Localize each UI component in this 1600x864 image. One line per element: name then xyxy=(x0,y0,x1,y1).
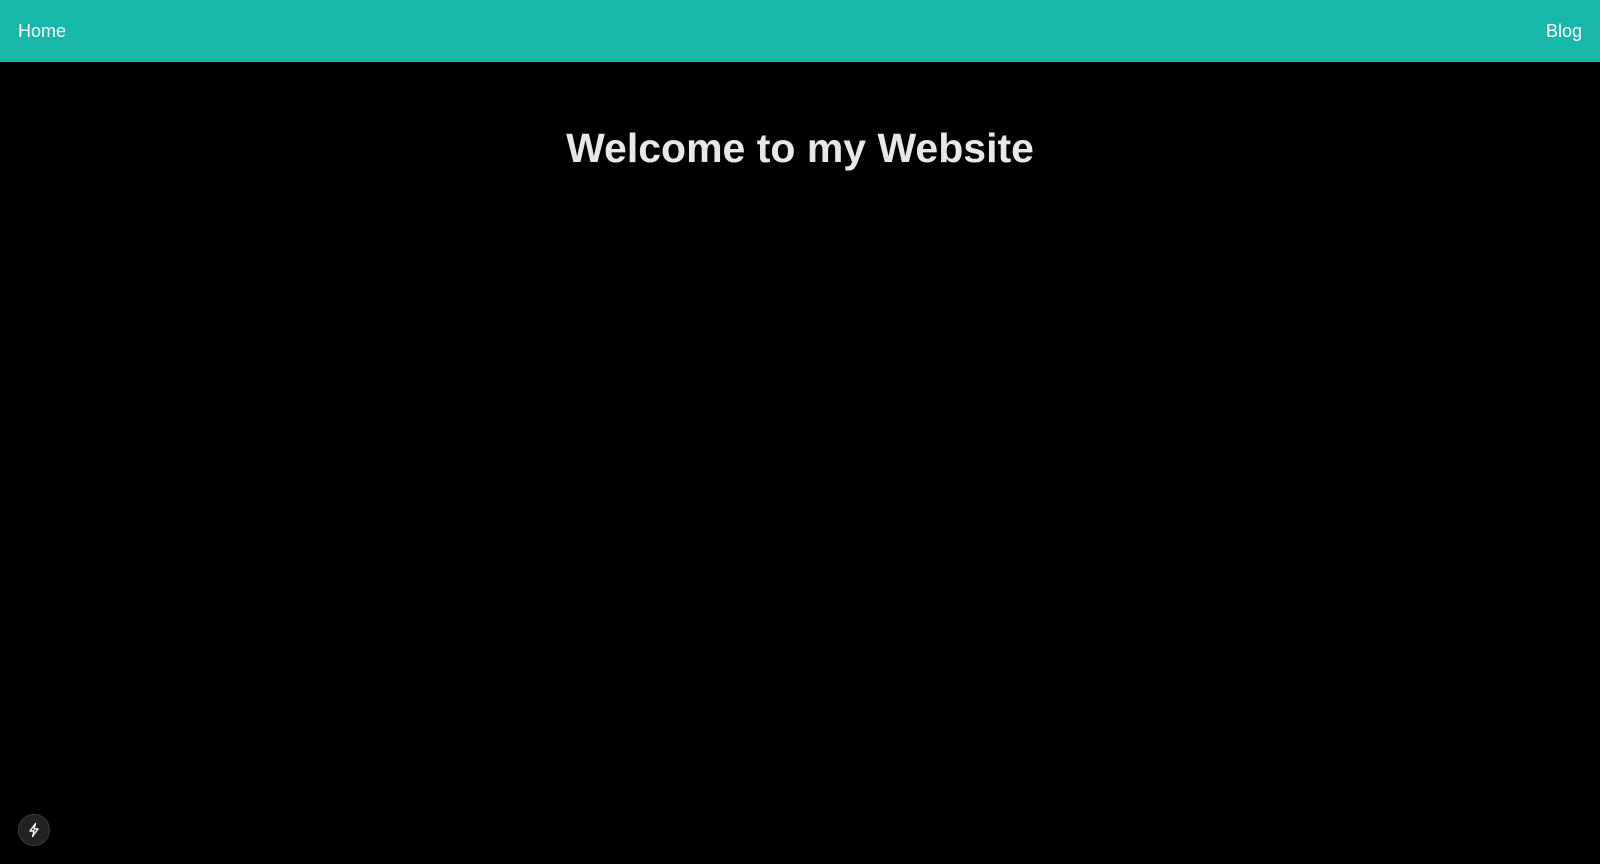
nav-link-home[interactable]: Home xyxy=(18,21,66,42)
page-title: Welcome to my Website xyxy=(566,125,1034,171)
lightning-bolt-icon xyxy=(26,822,42,838)
main-content: Welcome to my Website xyxy=(0,62,1600,864)
top-navbar: Home Blog xyxy=(0,0,1600,62)
nav-link-blog[interactable]: Blog xyxy=(1546,21,1582,42)
dev-tools-button[interactable] xyxy=(18,814,50,846)
